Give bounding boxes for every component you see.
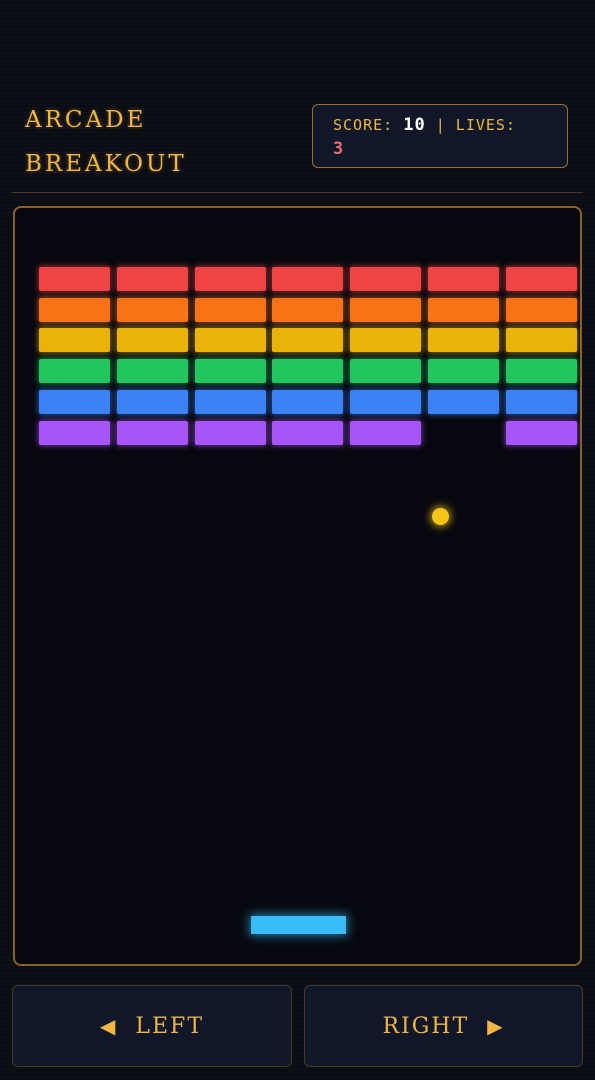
brick	[350, 359, 422, 384]
brick	[39, 359, 110, 384]
brick	[272, 420, 344, 445]
brick	[116, 359, 188, 384]
right-button-label: RIGHT	[382, 1013, 470, 1039]
brick	[350, 420, 422, 445]
brick	[505, 328, 577, 353]
brick	[505, 389, 577, 414]
left-button-label: LEFT	[135, 1013, 204, 1039]
brick	[272, 328, 344, 353]
brick	[505, 297, 577, 322]
brick	[116, 420, 188, 445]
brick	[428, 267, 499, 291]
brick	[116, 267, 188, 291]
brick	[116, 297, 188, 322]
left-button[interactable]: ◀ LEFT	[12, 985, 292, 1067]
game-title: ARCADE BREAKOUT	[25, 98, 255, 186]
brick	[194, 297, 266, 322]
right-button[interactable]: RIGHT ▶	[304, 985, 583, 1067]
brick	[272, 359, 344, 384]
brick	[194, 420, 266, 445]
header-divider	[12, 192, 583, 193]
brick	[194, 359, 266, 384]
score-value: 10	[403, 115, 426, 135]
brick	[39, 389, 110, 414]
brick	[272, 297, 344, 322]
brick	[428, 359, 499, 384]
brick	[272, 267, 344, 291]
title-line-2: BREAKOUT	[25, 151, 187, 177]
score-label: SCORE:	[333, 116, 394, 134]
brick	[194, 389, 266, 414]
lives-value: 3	[333, 139, 345, 159]
paddle[interactable]	[251, 916, 346, 934]
brick	[194, 328, 266, 353]
brick	[505, 267, 577, 291]
brick	[350, 297, 422, 322]
brick	[39, 267, 110, 291]
brick	[428, 389, 499, 414]
triangle-left-icon: ◀	[100, 1014, 118, 1038]
brick	[505, 420, 577, 445]
game-playfield[interactable]	[13, 206, 582, 966]
triangle-right-icon: ▶	[487, 1014, 505, 1038]
brick	[272, 389, 344, 414]
score-panel: SCORE: 10 | LIVES: 3	[312, 104, 568, 168]
brick	[39, 328, 110, 353]
title-line-1: ARCADE	[25, 107, 147, 133]
brick	[350, 328, 422, 353]
brick	[39, 297, 110, 322]
brick	[350, 267, 422, 291]
brick	[350, 389, 422, 414]
lives-label: LIVES:	[455, 116, 516, 134]
brick	[194, 267, 266, 291]
brick	[116, 389, 188, 414]
score-separator: |	[435, 116, 446, 134]
ball	[432, 508, 449, 525]
brick	[39, 420, 110, 445]
brick	[505, 359, 577, 384]
brick	[116, 328, 188, 353]
brick	[428, 328, 499, 353]
brick	[428, 297, 499, 322]
